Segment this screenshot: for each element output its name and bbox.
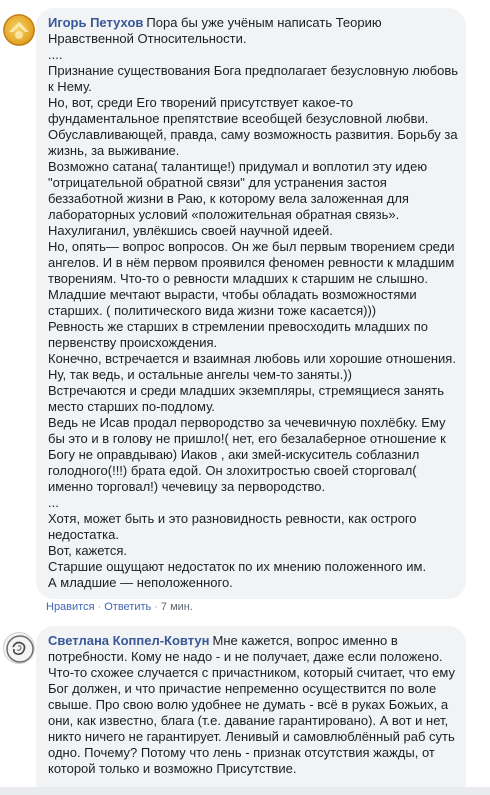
comment-text-line: фундаментальное препятствие всеобщей без… [48, 111, 429, 126]
comment-text-line: Ведь не Исав продал первородство за чече… [48, 415, 446, 430]
comment-text: Нравственной Относительности..... Признан… [48, 31, 459, 591]
comment-author[interactable]: Светлана Коппел-Ковтун [48, 633, 210, 648]
comment-text-line: А младшие — неположенного. [48, 575, 233, 590]
comment-text-line: Признание существования Бога предполагае… [48, 63, 459, 78]
avatar[interactable] [3, 632, 35, 664]
comment-text: потребности. Кому не надо - и не получае… [48, 649, 455, 777]
comment-text-line: потребности. Кому не надо - и не получае… [48, 649, 443, 664]
comment-text-line: голодного(!!!) брата едой. Он злохитрост… [48, 463, 417, 478]
comment-text-line: к Нему. [48, 79, 92, 94]
comment-text-line: Но, опять— вопрос вопросов. Он же был пе… [48, 239, 455, 254]
comment-text-first-line: Пора бы уже учёным написать Теорию [146, 15, 382, 30]
comment-text-line: беззаботной жизни в Раю, к которому вела… [48, 191, 409, 206]
comment-text-line: именно торговал!) чечевицу за первородст… [48, 479, 326, 494]
comment-text-line: Нахулиганил, увлёкшись своей научной иде… [48, 223, 333, 238]
separator: · [97, 601, 102, 613]
comment-text-line: Ну, так ведь, и остальные ангелы чем-то … [48, 367, 352, 382]
comment-text-line: Нравственной Относительности. [48, 31, 247, 46]
comment-text-line: ангелов. И в нём первом проявился феноме… [48, 255, 455, 270]
comment-text-line: Конечно, встречается и взаимная любовь и… [48, 351, 456, 366]
comment-text-line: которой только и возможно Присутствие. [48, 761, 297, 776]
comment-text-first-line: Мне кажется, вопрос именно в [212, 633, 398, 648]
comment-text-line: бы это и в голову не пришло!( нет, его б… [48, 431, 446, 446]
separator: · [154, 601, 158, 613]
comment-text-line: Возможно сатана( талантище!) придумал и … [48, 159, 428, 174]
comment-text-line: они, как известно, блага (т.е. давание г… [48, 713, 449, 728]
comment-author[interactable]: Игорь Петухов [48, 15, 143, 30]
comment-text-line: Но, вот, среди Его творений присутствует… [48, 95, 354, 110]
comment-text-line: Вот, кажется. [48, 543, 128, 558]
comment-text-line: первенству происхождения. [48, 335, 218, 350]
like-button[interactable]: Нравится [46, 601, 95, 613]
comment-text-line: Младшие мечтают вырасти, чтобы обладать … [48, 287, 417, 302]
comment-text-line: Богу не оправдываю) Иаков , аки змей-иск… [48, 447, 420, 462]
comment-bubble: Игорь Петухов Пора бы уже учёным написать… [36, 8, 466, 599]
comment-text-line: Встречаются и среди младших экземпляры, … [48, 383, 445, 398]
comment-bubble: Светлана Коппел-Ковтун Мне кажется, вопро… [36, 626, 466, 795]
comment-text-line: недостатка. [48, 527, 119, 542]
comment-text-line: свыше. Про свою волю удобнее не думать -… [48, 697, 449, 712]
comment-text-line: "отрицательной обратной связи" для устра… [48, 175, 387, 190]
avatar-image [6, 635, 34, 663]
avatar[interactable] [3, 14, 35, 46]
comment-text-line: Хотя, может быть и это разновидность рев… [48, 511, 417, 526]
comment-text-line: одно. Почему? Потому что лень - признак … [48, 745, 435, 760]
comment-text-line: лабораторных условий «положительная обра… [48, 207, 400, 222]
comment-text-line: ... [48, 495, 59, 510]
comment-timestamp[interactable]: 7 мин. [161, 601, 193, 613]
comment-text-line: никто ничего не гарантирует. Ленивый и с… [48, 729, 455, 744]
comment-text-line: жизнь, за выживание. [48, 143, 180, 158]
comment-text-line: Что-то схожее случается с причастником, … [48, 665, 455, 680]
comment-text-line: Обуславливающей, правда, саму возможност… [48, 127, 458, 142]
avatar-image [3, 14, 35, 46]
comment-text-line: .... [48, 47, 63, 62]
comment-text-line: Старшие ощущают недостаток по их мнению … [48, 559, 427, 574]
comment-text-line: творениям. Что-то о ревности младших к с… [48, 271, 429, 286]
comment-actions: Нравится · Ответить · 7 мин. [46, 601, 193, 613]
comment-text-line: место старших по-подлому. [48, 399, 215, 414]
comment-text-line: Ревность же старших в стремлении превосх… [48, 319, 428, 334]
scroll-area-edge [0, 787, 490, 795]
comment-text-line: Бог должен, и что причастие непременно о… [48, 681, 437, 696]
reply-button[interactable]: Ответить [104, 601, 151, 613]
comment-text-line: старших. ( политического вида жизни тоже… [48, 303, 377, 318]
